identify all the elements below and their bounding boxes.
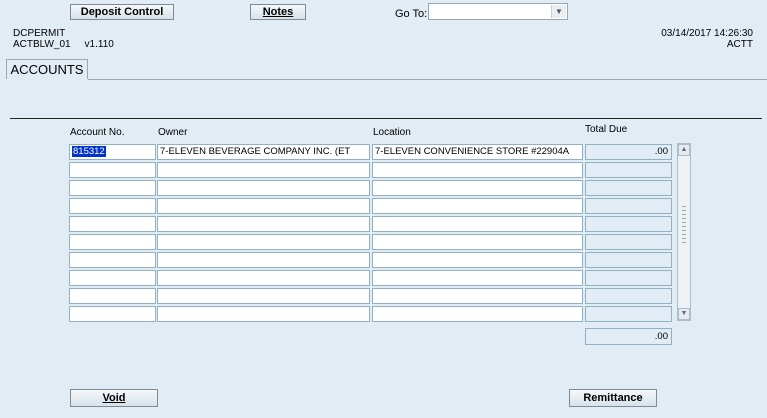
table-scrollbar[interactable]: ▲ ▼ — [677, 143, 691, 321]
account-no-field[interactable] — [69, 162, 156, 178]
account-no-value: 815312 — [72, 146, 106, 157]
grand-total-field: .00 — [585, 328, 672, 345]
toolbar: Deposit Control Notes Go To: ▼ — [0, 0, 767, 24]
account-no-field[interactable] — [69, 252, 156, 268]
datetime: 03/14/2017 14:26:30 — [661, 28, 753, 39]
scroll-grip-icon[interactable] — [682, 206, 686, 246]
owner-field[interactable] — [157, 216, 370, 232]
deposit-control-button[interactable]: Deposit Control — [70, 4, 174, 20]
total-due-field — [585, 234, 672, 250]
owner-field[interactable] — [157, 234, 370, 250]
scroll-down-icon[interactable]: ▼ — [678, 308, 690, 320]
account-no-field[interactable] — [69, 180, 156, 196]
form-id: ACTBLW_01 — [13, 39, 71, 50]
location-field[interactable] — [372, 288, 583, 304]
location-field[interactable] — [372, 234, 583, 250]
total-due-field — [585, 288, 672, 304]
location-field[interactable] — [372, 198, 583, 214]
column-header-total-due: Total Due — [585, 124, 628, 135]
void-label: Void — [102, 392, 126, 404]
total-due-field — [585, 216, 672, 232]
tab-accounts[interactable]: ACCOUNTS — [6, 59, 88, 79]
scroll-up-icon[interactable]: ▲ — [678, 144, 690, 156]
account-no-field[interactable] — [69, 198, 156, 214]
total-due-field: .00 — [585, 144, 672, 160]
column-header-owner: Owner — [158, 127, 188, 138]
notes-button[interactable]: Notes — [250, 4, 306, 20]
owner-field[interactable] — [157, 252, 370, 268]
form-info: DCPERMIT ACTBLW_01 v1.110 — [13, 28, 114, 50]
notes-label: Notes — [262, 6, 294, 18]
user-id: ACTT — [726, 39, 753, 50]
account-no-field[interactable] — [69, 270, 156, 286]
remittance-button[interactable]: Remittance — [569, 389, 657, 407]
void-button[interactable]: Void — [70, 389, 158, 407]
column-header-account: Account No. — [70, 127, 125, 138]
goto-label: Go To: — [395, 8, 428, 20]
total-due-field — [585, 306, 672, 322]
location-field[interactable] — [372, 306, 583, 322]
owner-field[interactable] — [157, 306, 370, 322]
location-field[interactable]: 7-ELEVEN CONVENIENCE STORE #22904A — [372, 144, 583, 160]
account-no-field[interactable] — [69, 234, 156, 250]
account-no-field[interactable] — [69, 288, 156, 304]
owner-field[interactable] — [157, 162, 370, 178]
deposit-control-label: Deposit Control — [80, 6, 164, 18]
total-due-field — [585, 270, 672, 286]
form-id-version: ACTBLW_01 v1.110 — [13, 39, 114, 50]
section-divider — [10, 118, 762, 119]
session-info: 03/14/2017 14:26:30 ACTT — [661, 28, 753, 50]
owner-field[interactable] — [157, 288, 370, 304]
location-field[interactable] — [372, 162, 583, 178]
location-field[interactable] — [372, 180, 583, 196]
column-header-location: Location — [373, 127, 411, 138]
tab-accounts-label: ACCOUNTS — [10, 62, 84, 77]
account-no-field[interactable] — [69, 216, 156, 232]
version: v1.110 — [84, 39, 114, 50]
total-due-field — [585, 162, 672, 178]
owner-field[interactable] — [157, 270, 370, 286]
account-no-field[interactable] — [69, 306, 156, 322]
tab-strip-line — [88, 79, 767, 80]
total-due-field — [585, 252, 672, 268]
owner-field[interactable]: 7-ELEVEN BEVERAGE COMPANY INC. (ET — [157, 144, 370, 160]
account-no-field[interactable]: 815312 — [69, 144, 156, 160]
owner-field[interactable] — [157, 198, 370, 214]
total-due-field — [585, 198, 672, 214]
total-due-field — [585, 180, 672, 196]
chevron-down-icon[interactable]: ▼ — [551, 5, 566, 18]
goto-select[interactable]: ▼ — [428, 3, 568, 20]
form-name: DCPERMIT — [13, 28, 66, 39]
location-field[interactable] — [372, 252, 583, 268]
location-field[interactable] — [372, 216, 583, 232]
owner-field[interactable] — [157, 180, 370, 196]
location-field[interactable] — [372, 270, 583, 286]
remittance-label: Remittance — [583, 392, 643, 404]
